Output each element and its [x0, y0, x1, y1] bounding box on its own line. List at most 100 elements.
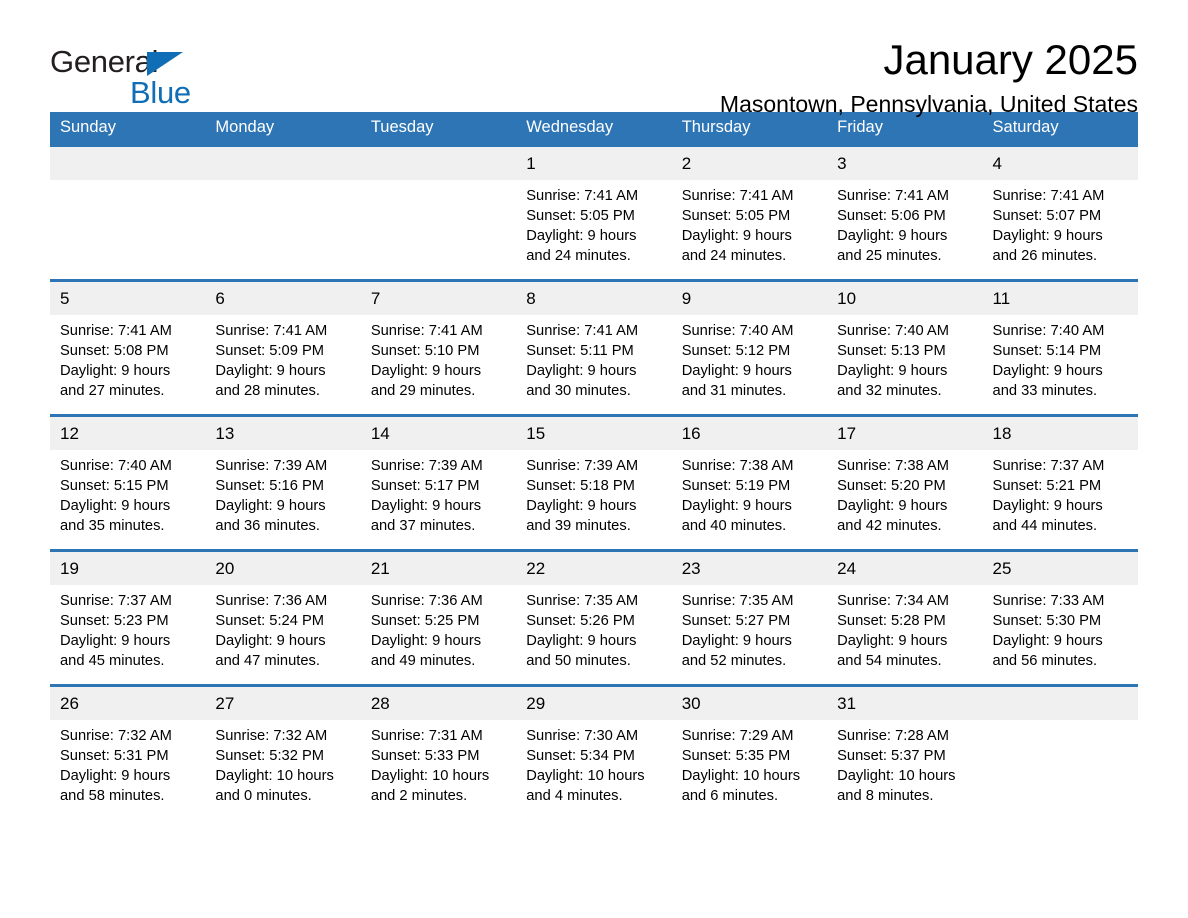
daylight-text: Daylight: 10 hours and 2 minutes. [370, 768, 490, 804]
calendar-day-cell[interactable]: 23 Sunrise: 7:35 AM Sunset: 5:27 PM Dayligh… [671, 549, 828, 686]
daylight-text: Daylight: 9 hours and 39 minutes. [526, 498, 637, 534]
calendar-week-row: 1 Sunrise: 7:41 AM Sunset: 5:05 PM Daylight… [50, 144, 1138, 281]
sunset-text: Sunset: 5:25 PM [370, 613, 480, 629]
day-details: Sunrise: 7:28 AM Sunset: 5:37 PM Daylight:… [827, 720, 982, 806]
daylight-text: Daylight: 9 hours and 45 minutes. [60, 633, 171, 669]
calendar-day-cell[interactable]: 22 Sunrise: 7:35 AM Sunset: 5:26 PM Dayligh… [516, 549, 672, 686]
sunset-text: Sunset: 5:16 PM [215, 478, 325, 494]
day-number: 31 [827, 687, 983, 720]
calendar-day-cell[interactable]: 30 Sunrise: 7:29 AM Sunset: 5:35 PM Dayligh… [671, 684, 828, 821]
calendar-day-cell[interactable]: 8 Sunrise: 7:41 AM Sunset: 5:11 PM Daylight… [516, 279, 672, 416]
calendar-week-row: 12 Sunrise: 7:40 AM Sunset: 5:15 PM Dayligh… [50, 414, 1138, 551]
calendar-day-cell[interactable]: 29 Sunrise: 7:30 AM Sunset: 5:34 PM Dayligh… [516, 684, 672, 821]
day-number: 14 [360, 417, 517, 450]
daylight-text: Daylight: 10 hours and 0 minutes. [215, 768, 334, 804]
day-details: Sunrise: 7:41 AM Sunset: 5:11 PM Daylight:… [516, 315, 671, 401]
calendar-day-cell[interactable]: 15 Sunrise: 7:39 AM Sunset: 5:18 PM Dayligh… [516, 414, 672, 551]
day-details: Sunrise: 7:40 AM Sunset: 5:13 PM Daylight:… [827, 315, 982, 401]
calendar-day-cell[interactable]: 11 Sunrise: 7:40 AM Sunset: 5:14 PM Dayligh… [982, 279, 1138, 416]
day-details: Sunrise: 7:34 AM Sunset: 5:28 PM Daylight:… [827, 585, 982, 671]
general-blue-logo[interactable]: General Blue [50, 38, 200, 108]
day-number: 18 [982, 417, 1138, 450]
day-number: 17 [827, 417, 983, 450]
calendar-day-cell[interactable]: 9 Sunrise: 7:40 AM Sunset: 5:12 PM Daylight… [671, 279, 828, 416]
sunrise-text: Sunrise: 7:40 AM [60, 458, 172, 474]
calendar-empty-cell [50, 144, 206, 281]
daylight-text: Daylight: 9 hours and 50 minutes. [526, 633, 637, 669]
day-number: 5 [50, 282, 206, 315]
daylight-text: Daylight: 9 hours and 54 minutes. [837, 633, 948, 669]
sunset-text: Sunset: 5:27 PM [681, 613, 791, 629]
calendar-day-cell[interactable]: 19 Sunrise: 7:37 AM Sunset: 5:23 PM Dayligh… [50, 549, 206, 686]
calendar-day-cell[interactable]: 21 Sunrise: 7:36 AM Sunset: 5:25 PM Dayligh… [360, 549, 517, 686]
calendar-day-cell[interactable]: 14 Sunrise: 7:39 AM Sunset: 5:17 PM Dayligh… [360, 414, 517, 551]
sunset-text: Sunset: 5:18 PM [526, 478, 635, 494]
sunset-text: Sunset: 5:10 PM [370, 343, 480, 359]
page-title: January 2025 [883, 36, 1138, 83]
calendar-page: General Blue January 2025 Masontown, Pen… [0, 0, 1188, 918]
daylight-text: Daylight: 9 hours and 42 minutes. [837, 498, 948, 534]
sunset-text: Sunset: 5:33 PM [370, 748, 480, 764]
daylight-text: Daylight: 9 hours and 30 minutes. [526, 363, 637, 399]
calendar-day-cell[interactable]: 3 Sunrise: 7:41 AM Sunset: 5:06 PM Daylight… [827, 144, 983, 281]
sunset-text: Sunset: 5:28 PM [837, 613, 946, 629]
sunrise-text: Sunrise: 7:34 AM [837, 593, 949, 609]
day-number: 29 [516, 687, 672, 720]
calendar-day-cell[interactable]: 6 Sunrise: 7:41 AM Sunset: 5:09 PM Daylight… [205, 279, 361, 416]
day-number: 30 [671, 687, 828, 720]
day-number: 3 [827, 147, 983, 180]
sunset-text: Sunset: 5:05 PM [681, 208, 791, 224]
day-details: Sunrise: 7:41 AM Sunset: 5:09 PM Daylight:… [205, 315, 360, 401]
day-number: 20 [205, 552, 361, 585]
calendar-day-cell[interactable]: 17 Sunrise: 7:38 AM Sunset: 5:20 PM Dayligh… [827, 414, 983, 551]
calendar-day-cell[interactable]: 2 Sunrise: 7:41 AM Sunset: 5:05 PM Daylight… [671, 144, 828, 281]
sunrise-text: Sunrise: 7:37 AM [992, 458, 1105, 474]
sunrise-text: Sunrise: 7:41 AM [837, 188, 949, 204]
calendar-day-cell[interactable]: 28 Sunrise: 7:31 AM Sunset: 5:33 PM Dayligh… [360, 684, 517, 821]
sunset-text: Sunset: 5:09 PM [215, 343, 325, 359]
calendar-day-cell[interactable]: 25 Sunrise: 7:33 AM Sunset: 5:30 PM Dayligh… [982, 549, 1138, 686]
calendar-day-cell[interactable]: 1 Sunrise: 7:41 AM Sunset: 5:05 PM Daylight… [516, 144, 672, 281]
calendar-day-cell[interactable]: 5 Sunrise: 7:41 AM Sunset: 5:08 PM Daylight… [50, 279, 206, 416]
daylight-text: Daylight: 9 hours and 32 minutes. [837, 363, 948, 399]
day-number: 27 [205, 687, 361, 720]
calendar-day-cell[interactable]: 31 Sunrise: 7:28 AM Sunset: 5:37 PM Dayligh… [827, 684, 983, 821]
sunrise-text: Sunrise: 7:30 AM [526, 728, 639, 744]
day-details: Sunrise: 7:32 AM Sunset: 5:32 PM Daylight:… [205, 720, 360, 806]
sunrise-text: Sunrise: 7:41 AM [681, 188, 794, 204]
sunrise-text: Sunrise: 7:39 AM [215, 458, 328, 474]
sunrise-text: Sunrise: 7:40 AM [837, 323, 949, 339]
calendar-day-cell[interactable]: 4 Sunrise: 7:41 AM Sunset: 5:07 PM Daylight… [982, 144, 1138, 281]
day-number: 28 [360, 687, 517, 720]
calendar-day-cell[interactable]: 10 Sunrise: 7:40 AM Sunset: 5:13 PM Dayligh… [827, 279, 983, 416]
daylight-text: Daylight: 9 hours and 58 minutes. [60, 768, 171, 804]
weekday-header-saturday: Saturday [982, 112, 1138, 146]
calendar-day-cell[interactable]: 26 Sunrise: 7:32 AM Sunset: 5:31 PM Dayligh… [50, 684, 206, 821]
day-details: Sunrise: 7:29 AM Sunset: 5:35 PM Daylight:… [672, 720, 827, 806]
calendar-day-cell[interactable]: 18 Sunrise: 7:37 AM Sunset: 5:21 PM Dayligh… [982, 414, 1138, 551]
daylight-text: Daylight: 9 hours and 36 minutes. [215, 498, 326, 534]
sunset-text: Sunset: 5:07 PM [992, 208, 1102, 224]
day-details: Sunrise: 7:39 AM Sunset: 5:17 PM Daylight:… [361, 450, 516, 536]
calendar-day-cell[interactable]: 27 Sunrise: 7:32 AM Sunset: 5:32 PM Dayligh… [205, 684, 361, 821]
day-number: 2 [671, 147, 828, 180]
day-number [360, 147, 517, 180]
sunset-text: Sunset: 5:26 PM [526, 613, 635, 629]
daylight-text: Daylight: 9 hours and 47 minutes. [215, 633, 326, 669]
day-number: 23 [671, 552, 828, 585]
sunrise-text: Sunrise: 7:29 AM [681, 728, 794, 744]
calendar-day-cell[interactable]: 24 Sunrise: 7:34 AM Sunset: 5:28 PM Dayligh… [827, 549, 983, 686]
calendar-day-cell[interactable]: 13 Sunrise: 7:39 AM Sunset: 5:16 PM Dayligh… [205, 414, 361, 551]
calendar-day-cell[interactable]: 16 Sunrise: 7:38 AM Sunset: 5:19 PM Dayligh… [671, 414, 828, 551]
calendar-day-cell[interactable]: 20 Sunrise: 7:36 AM Sunset: 5:24 PM Dayligh… [205, 549, 361, 686]
daylight-text: Daylight: 9 hours and 25 minutes. [837, 228, 948, 264]
calendar-day-cell[interactable]: 12 Sunrise: 7:40 AM Sunset: 5:15 PM Dayligh… [50, 414, 206, 551]
calendar-day-cell[interactable]: 7 Sunrise: 7:41 AM Sunset: 5:10 PM Daylight… [360, 279, 517, 416]
sunset-text: Sunset: 5:30 PM [992, 613, 1102, 629]
day-details: Sunrise: 7:35 AM Sunset: 5:27 PM Daylight:… [672, 585, 827, 671]
sunrise-text: Sunrise: 7:40 AM [681, 323, 794, 339]
day-number: 9 [671, 282, 828, 315]
daylight-text: Daylight: 9 hours and 52 minutes. [681, 633, 792, 669]
day-number: 26 [50, 687, 206, 720]
weekday-header-thursday: Thursday [671, 112, 828, 146]
